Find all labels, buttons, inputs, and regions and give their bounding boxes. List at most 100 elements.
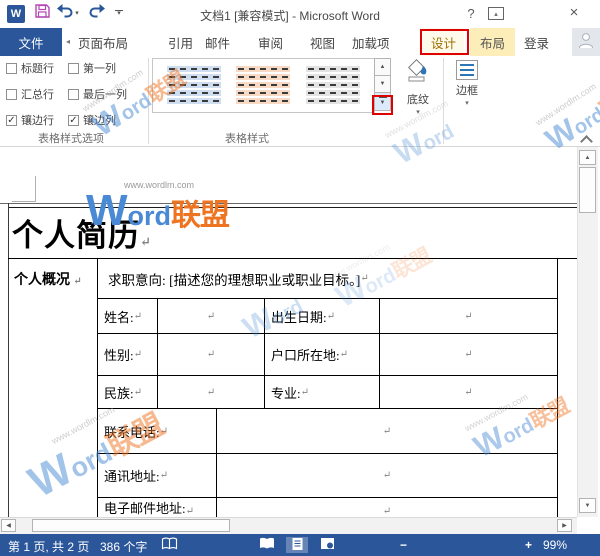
cell-value[interactable]: ↵ <box>217 454 557 497</box>
cell-intention[interactable]: 求职意向: [描述您的理想职业或职业目标。] ↵ <box>98 259 557 298</box>
cell-value[interactable]: ↵ <box>217 498 557 517</box>
tab-scroll-left-icon[interactable]: ◂ <box>66 37 70 46</box>
zoom-out-button[interactable]: − <box>400 538 407 552</box>
cell-value[interactable]: ↵ <box>380 299 557 332</box>
tab-mailings[interactable]: 邮件 <box>205 28 230 56</box>
cell-value[interactable]: ↵ <box>380 376 557 408</box>
scroll-down-button[interactable]: ▼ <box>579 498 596 513</box>
print-layout-button[interactable] <box>286 537 308 553</box>
close-button[interactable]: × <box>565 4 583 21</box>
checkbox-banded-rows[interactable]: ✓ 镶边行 <box>6 113 68 127</box>
group-label-table-style-options: 表格样式选项 <box>38 133 104 145</box>
chevron-down-icon: ▾ <box>75 10 79 17</box>
checkbox-label: 最后一列 <box>83 89 127 101</box>
checkbox-banded-columns[interactable]: ✓ 镶边列 <box>68 113 148 127</box>
account-avatar[interactable] <box>572 28 600 56</box>
page-indicator[interactable]: 第 1 页, 共 2 页 <box>8 538 89 555</box>
word-app-icon: W <box>7 5 25 23</box>
tab-review[interactable]: 审阅 <box>258 28 283 56</box>
gallery-scroll-down-button[interactable]: ▼ <box>374 75 391 93</box>
help-button[interactable]: ? <box>462 6 480 21</box>
ribbon-border <box>0 146 600 147</box>
paragraph-mark: ↵ <box>326 310 336 322</box>
undo-dropdown[interactable]: ▾ <box>72 4 82 22</box>
gallery-scroll-buttons: ▲ ▼ ▼ <box>374 58 391 113</box>
arrow-up-icon: ▲ <box>379 64 386 70</box>
checkbox-total-row[interactable]: 汇总行 <box>6 87 68 101</box>
tab-page-layout[interactable]: 页面布局 <box>78 28 128 56</box>
cell-value[interactable]: ↵ <box>158 299 265 333</box>
cell-label[interactable]: 户口所在地: ↵ <box>265 333 380 376</box>
cell-value[interactable]: ↵ <box>158 376 265 409</box>
tab-file[interactable]: 文件 <box>0 28 62 56</box>
chevron-down-icon: ▾ <box>465 100 469 107</box>
status-bar: 第 1 页, 共 2 页 386 个字 − + 99% <box>0 534 600 556</box>
read-mode-button[interactable] <box>256 537 278 553</box>
check-icon: ✓ <box>68 114 79 126</box>
zoom-in-button[interactable]: + <box>525 538 532 552</box>
save-icon <box>34 3 50 24</box>
cell-label[interactable]: 电子邮件地址: ↵ <box>98 497 217 517</box>
scroll-up-button[interactable]: ▲ <box>579 150 596 165</box>
save-button[interactable] <box>33 3 51 24</box>
tab-addins[interactable]: 加载项 <box>352 28 390 56</box>
group-divider <box>148 58 149 144</box>
web-layout-icon <box>320 537 335 553</box>
cell-label[interactable]: 专业: ↵ <box>265 376 380 409</box>
print-layout-icon <box>291 537 304 554</box>
borders-button[interactable]: 边框 ▾ <box>447 58 487 107</box>
paragraph-mark: ↵ <box>382 505 392 517</box>
undo-button[interactable] <box>55 4 73 22</box>
cell-value[interactable]: ↵ <box>380 334 557 375</box>
checkbox-header-row[interactable]: 标题行 <box>6 61 68 75</box>
ribbon-display-options-button[interactable]: ▴ <box>488 7 504 20</box>
checkbox-label: 标题行 <box>21 63 54 75</box>
checkbox-last-column[interactable]: 最后一列 <box>68 87 148 101</box>
checkbox-first-column[interactable]: 第一列 <box>68 61 148 75</box>
scroll-right-button[interactable]: ▶ <box>557 519 572 532</box>
cell-label[interactable]: 联系电话: ↵ <box>98 409 217 453</box>
redo-button[interactable] <box>88 4 106 22</box>
paragraph-mark: ↵ <box>133 348 143 360</box>
proofing-status-button[interactable] <box>158 537 180 553</box>
table-style-thumbnail-gray[interactable] <box>306 65 361 106</box>
cell-value[interactable]: ↵ <box>217 409 557 452</box>
cell-label[interactable]: 性别: ↵ <box>98 333 158 376</box>
maximize-button[interactable] <box>540 0 562 26</box>
horizontal-scroll-thumb[interactable] <box>32 519 230 532</box>
ribbon-content: 标题行 第一列 汇总行 最后一列 ✓ 镶边行 ✓ 镶边列 表格样式选项 ▲ ▼ … <box>0 56 600 157</box>
vertical-scroll-thumb[interactable] <box>579 167 596 213</box>
margin-crop-mark <box>12 201 35 202</box>
sign-in-link[interactable]: 登录 <box>524 28 549 56</box>
paragraph-mark: ↵ <box>185 505 195 517</box>
tab-table-design[interactable]: 设计 <box>423 28 465 56</box>
arrow-right-icon: ▶ <box>562 523 567 529</box>
cell-label[interactable]: 通讯地址: ↵ <box>98 453 217 497</box>
scroll-left-button[interactable]: ◀ <box>1 519 16 532</box>
table-style-thumbnail-blue[interactable] <box>166 65 221 106</box>
tab-table-layout[interactable]: 布局 <box>470 28 516 56</box>
chevron-down-icon: ▾ <box>416 109 420 116</box>
minimize-button[interactable] <box>512 0 534 26</box>
cell-label[interactable]: 民族: ↵ <box>98 376 158 409</box>
document-heading[interactable]: 个人简历↵ <box>12 210 152 255</box>
shading-button[interactable]: 底纹 ▾ <box>396 58 440 116</box>
gallery-more-button[interactable]: ▼ <box>374 92 391 111</box>
resume-table[interactable]: 个人概况 ↵ 求职意向: [描述您的理想职业或职业目标。] ↵ 姓名: ↵ ↵ 出… <box>8 259 558 517</box>
collapse-ribbon-button[interactable] <box>582 134 591 143</box>
cell-label[interactable]: 出生日期: ↵ <box>265 299 380 333</box>
tab-references[interactable]: 引用 <box>168 28 193 56</box>
cell-overview[interactable]: 个人概况 ↵ <box>8 259 98 517</box>
web-layout-button[interactable] <box>316 537 338 553</box>
tab-view[interactable]: 视图 <box>310 28 335 56</box>
shading-label: 底纹 <box>407 94 429 106</box>
checkbox-box <box>6 62 17 74</box>
cell-value[interactable]: ↵ <box>158 333 265 376</box>
word-count[interactable]: 386 个字 <box>100 538 147 555</box>
zoom-level[interactable]: 99% <box>543 538 567 552</box>
paragraph-mark: ↵ <box>464 348 473 360</box>
gallery-scroll-up-button[interactable]: ▲ <box>374 58 391 76</box>
cell-label[interactable]: 姓名: ↵ <box>98 299 158 333</box>
table-style-thumbnail-orange[interactable] <box>236 65 291 106</box>
table-row: 民族: ↵ ↵ 专业: ↵ ↵ <box>98 376 557 410</box>
